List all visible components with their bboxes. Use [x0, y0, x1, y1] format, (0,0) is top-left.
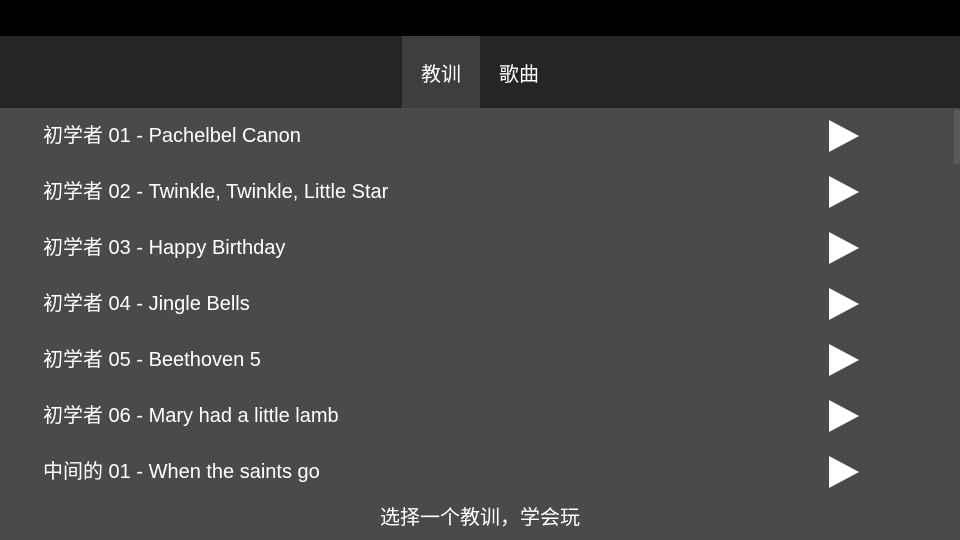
play-icon [829, 288, 859, 320]
play-icon [829, 400, 859, 432]
list-item[interactable]: 初学者 04 - Jingle Bells [0, 276, 954, 332]
lesson-title: 初学者 02 - Twinkle, Twinkle, Little Star [43, 181, 389, 203]
play-button[interactable] [826, 342, 862, 378]
play-button[interactable] [826, 230, 862, 266]
play-button[interactable] [826, 286, 862, 322]
lesson-title: 初学者 03 - Happy Birthday [43, 237, 286, 259]
list-item[interactable]: 初学者 06 - Mary had a little lamb [0, 388, 954, 444]
lesson-title: 初学者 04 - Jingle Bells [43, 293, 250, 315]
play-icon [829, 344, 859, 376]
lesson-title: 中间的 01 - When the saints go [43, 461, 320, 483]
tab-label: 教训 [421, 63, 461, 86]
play-button[interactable] [826, 118, 862, 154]
lesson-title: 初学者 01 - Pachelbel Canon [43, 125, 301, 147]
tab-lessons[interactable]: 教训 [402, 36, 480, 108]
play-icon [829, 120, 859, 152]
list-item[interactable]: 初学者 05 - Beethoven 5 [0, 332, 954, 388]
play-icon [829, 232, 859, 264]
play-button[interactable] [826, 398, 862, 434]
tab-bar: 教训 歌曲 [0, 36, 960, 108]
list-item[interactable]: 初学者 02 - Twinkle, Twinkle, Little Star [0, 164, 954, 220]
list-item[interactable]: 初学者 01 - Pachelbel Canon [0, 108, 954, 164]
lesson-title: 初学者 06 - Mary had a little lamb [43, 405, 339, 427]
play-button[interactable] [826, 174, 862, 210]
play-icon [829, 456, 859, 488]
list-item[interactable]: 初学者 03 - Happy Birthday [0, 220, 954, 276]
list-item[interactable]: 中间的 01 - When the saints go [0, 444, 954, 500]
scrollbar[interactable] [954, 110, 960, 164]
play-button[interactable] [826, 454, 862, 490]
tab-label: 歌曲 [499, 63, 539, 86]
tab-songs[interactable]: 歌曲 [480, 36, 558, 108]
lesson-list: 初学者 01 - Pachelbel Canon 初学者 02 - Twinkl… [0, 108, 954, 500]
status-bar [0, 0, 960, 36]
play-icon [829, 176, 859, 208]
lesson-title: 初学者 05 - Beethoven 5 [43, 349, 261, 371]
footer-hint: 选择一个教训，学会玩 [380, 507, 580, 529]
